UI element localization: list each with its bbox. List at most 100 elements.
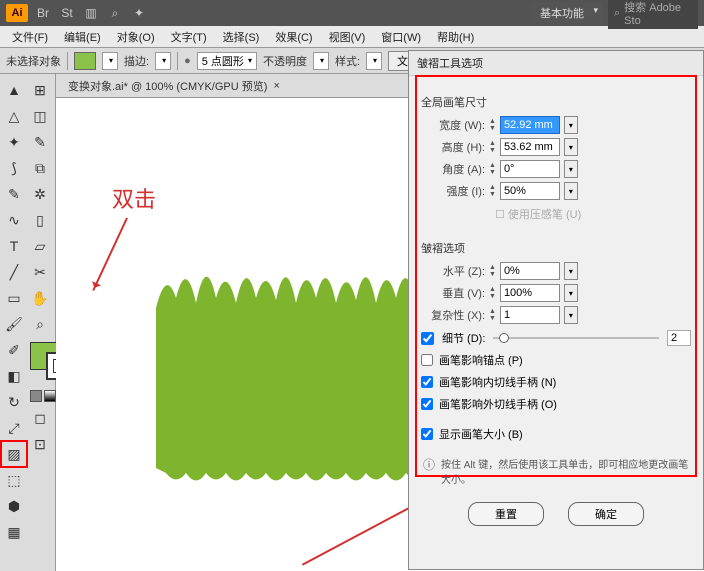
tab-title: 变换对象.ai* @ 100% (CMYK/GPU 预览) (68, 78, 267, 94)
menu-select[interactable]: 选择(S) (217, 27, 266, 47)
artboard-tool[interactable]: ▱ (28, 234, 52, 258)
angle-label: 角度 (A): (421, 161, 485, 177)
ok-button[interactable]: 确定 (568, 502, 644, 526)
symbol-sprayer-tool[interactable]: ✲ (28, 182, 52, 206)
blend-tool[interactable]: ⧉ (28, 156, 52, 180)
workspace-dropdown[interactable]: 基本功能 (532, 3, 602, 23)
stroke-weight-dropdown[interactable] (155, 52, 171, 70)
opacity-label: 不透明度 (263, 53, 307, 69)
zoom-tool[interactable]: ⌕ (28, 312, 52, 336)
brush-dropdown[interactable]: 5 点圆形 (197, 52, 257, 70)
curvature-tool[interactable]: ∿ (2, 208, 26, 232)
vert-input[interactable] (500, 284, 560, 302)
direct-selection-tool[interactable]: △ (2, 104, 26, 128)
tools-panel: ▲ △ ✦ ⟆ ✎ ∿ T ╱ ▭ 🖌 ✐ ◧ ↻ ⤢ ▨ ⬚ ⬢ ▦ ⊞ ◫ … (0, 74, 56, 571)
menu-object[interactable]: 对象(O) (111, 27, 161, 47)
gradient-tool[interactable]: ◫ (28, 104, 52, 128)
menu-effect[interactable]: 效果(C) (269, 27, 318, 47)
dialog-title: 皱褶工具选项 (409, 51, 703, 76)
screen-mode[interactable]: ⊡ (28, 432, 52, 456)
free-transform-tool[interactable]: ⬚ (2, 468, 26, 492)
horiz-stepper[interactable]: ▲▼ (489, 264, 496, 278)
paintbrush-tool[interactable]: 🖌 (2, 312, 26, 336)
horiz-dropdown[interactable]: ▾ (564, 262, 578, 280)
vert-stepper[interactable]: ▲▼ (489, 286, 496, 300)
menu-type[interactable]: 文字(T) (165, 27, 213, 47)
stock-icon[interactable]: St (58, 4, 76, 22)
menu-help[interactable]: 帮助(H) (431, 27, 480, 47)
width-stepper[interactable]: ▲▼ (489, 118, 496, 132)
close-icon[interactable]: × (273, 80, 279, 92)
color-mode-gradient[interactable] (44, 390, 56, 402)
opacity-dropdown[interactable] (313, 52, 329, 70)
angle-input[interactable] (500, 160, 560, 178)
width-input[interactable] (500, 116, 560, 134)
bridge-icon[interactable]: Br (34, 4, 52, 22)
height-dropdown[interactable]: ▾ (564, 138, 578, 156)
height-input[interactable] (500, 138, 560, 156)
pressure-label: ☐ 使用压感笔 (U) (495, 206, 581, 222)
angle-stepper[interactable]: ▲▼ (489, 162, 496, 176)
complex-dropdown[interactable]: ▾ (564, 306, 578, 324)
sparkle-icon[interactable]: ✦ (130, 4, 148, 22)
horiz-input[interactable] (500, 262, 560, 280)
intensity-stepper[interactable]: ▲▼ (489, 184, 496, 198)
selection-tool[interactable]: ▲ (2, 78, 26, 102)
menu-view[interactable]: 视图(V) (323, 27, 372, 47)
vert-dropdown[interactable]: ▾ (564, 284, 578, 302)
reset-button[interactable]: 重置 (468, 502, 544, 526)
annotation-arrow-1 (92, 218, 128, 291)
rectangle-tool[interactable]: ▭ (2, 286, 26, 310)
search-placeholder: 搜索 Adobe Sto (624, 0, 692, 27)
showsize-checkbox[interactable] (421, 428, 433, 440)
lasso-tool[interactable]: ⟆ (2, 156, 26, 180)
detail-value[interactable]: 2 (667, 330, 691, 346)
intensity-input[interactable] (500, 182, 560, 200)
complex-input[interactable] (500, 306, 560, 324)
menu-window[interactable]: 窗口(W) (375, 27, 427, 47)
type-tool[interactable]: T (2, 234, 26, 258)
intan-label: 画笔影响内切线手柄 (N) (439, 374, 556, 390)
width-dropdown[interactable]: ▾ (564, 116, 578, 134)
draw-mode-normal[interactable]: ◻ (28, 406, 52, 430)
eyedropper-tool[interactable]: ✎ (28, 130, 52, 154)
intensity-dropdown[interactable]: ▾ (564, 182, 578, 200)
color-mode-color[interactable] (30, 390, 42, 402)
intensity-label: 强度 (I): (421, 183, 485, 199)
arrange-icon[interactable]: ▥ (82, 4, 100, 22)
height-stepper[interactable]: ▲▼ (489, 140, 496, 154)
complex-stepper[interactable]: ▲▼ (489, 308, 496, 322)
anchor-checkbox[interactable] (421, 354, 433, 366)
scale-tool[interactable]: ⤢ (2, 416, 26, 440)
hand-tool[interactable]: ✋ (28, 286, 52, 310)
search-icon: ⌕ (614, 7, 620, 20)
slice-tool[interactable]: ✂ (28, 260, 52, 284)
angle-dropdown[interactable]: ▾ (564, 160, 578, 178)
search-input[interactable]: ⌕ 搜索 Adobe Sto (608, 0, 698, 29)
wrinkle-tool[interactable]: ▨ (2, 442, 26, 466)
style-label: 样式: (335, 53, 360, 69)
shape-builder-tool[interactable]: ⬢ (2, 494, 26, 518)
outtan-checkbox[interactable] (421, 398, 433, 410)
rotate-tool[interactable]: ↻ (2, 390, 26, 414)
search-icon[interactable]: ⌕ (106, 4, 124, 22)
mesh-tool[interactable]: ⊞ (28, 78, 52, 102)
menu-edit[interactable]: 编辑(E) (58, 27, 107, 47)
vert-label: 垂直 (V): (421, 285, 485, 301)
magic-wand-tool[interactable]: ✦ (2, 130, 26, 154)
line-tool[interactable]: ╱ (2, 260, 26, 284)
intan-checkbox[interactable] (421, 376, 433, 388)
eraser-tool[interactable]: ◧ (2, 364, 26, 388)
fill-dropdown[interactable] (102, 52, 118, 70)
fill-swatch[interactable] (74, 52, 96, 70)
pen-tool[interactable]: ✎ (2, 182, 26, 206)
style-dropdown[interactable] (366, 52, 382, 70)
detail-checkbox[interactable] (421, 332, 434, 345)
document-tab[interactable]: 变换对象.ai* @ 100% (CMYK/GPU 预览) × (62, 76, 286, 96)
perspective-tool[interactable]: ▦ (2, 520, 26, 544)
shaper-tool[interactable]: ✐ (2, 338, 26, 362)
detail-slider[interactable] (493, 332, 659, 344)
app-logo: Ai (6, 4, 28, 22)
menu-file[interactable]: 文件(F) (6, 27, 54, 47)
column-graph-tool[interactable]: ▯ (28, 208, 52, 232)
